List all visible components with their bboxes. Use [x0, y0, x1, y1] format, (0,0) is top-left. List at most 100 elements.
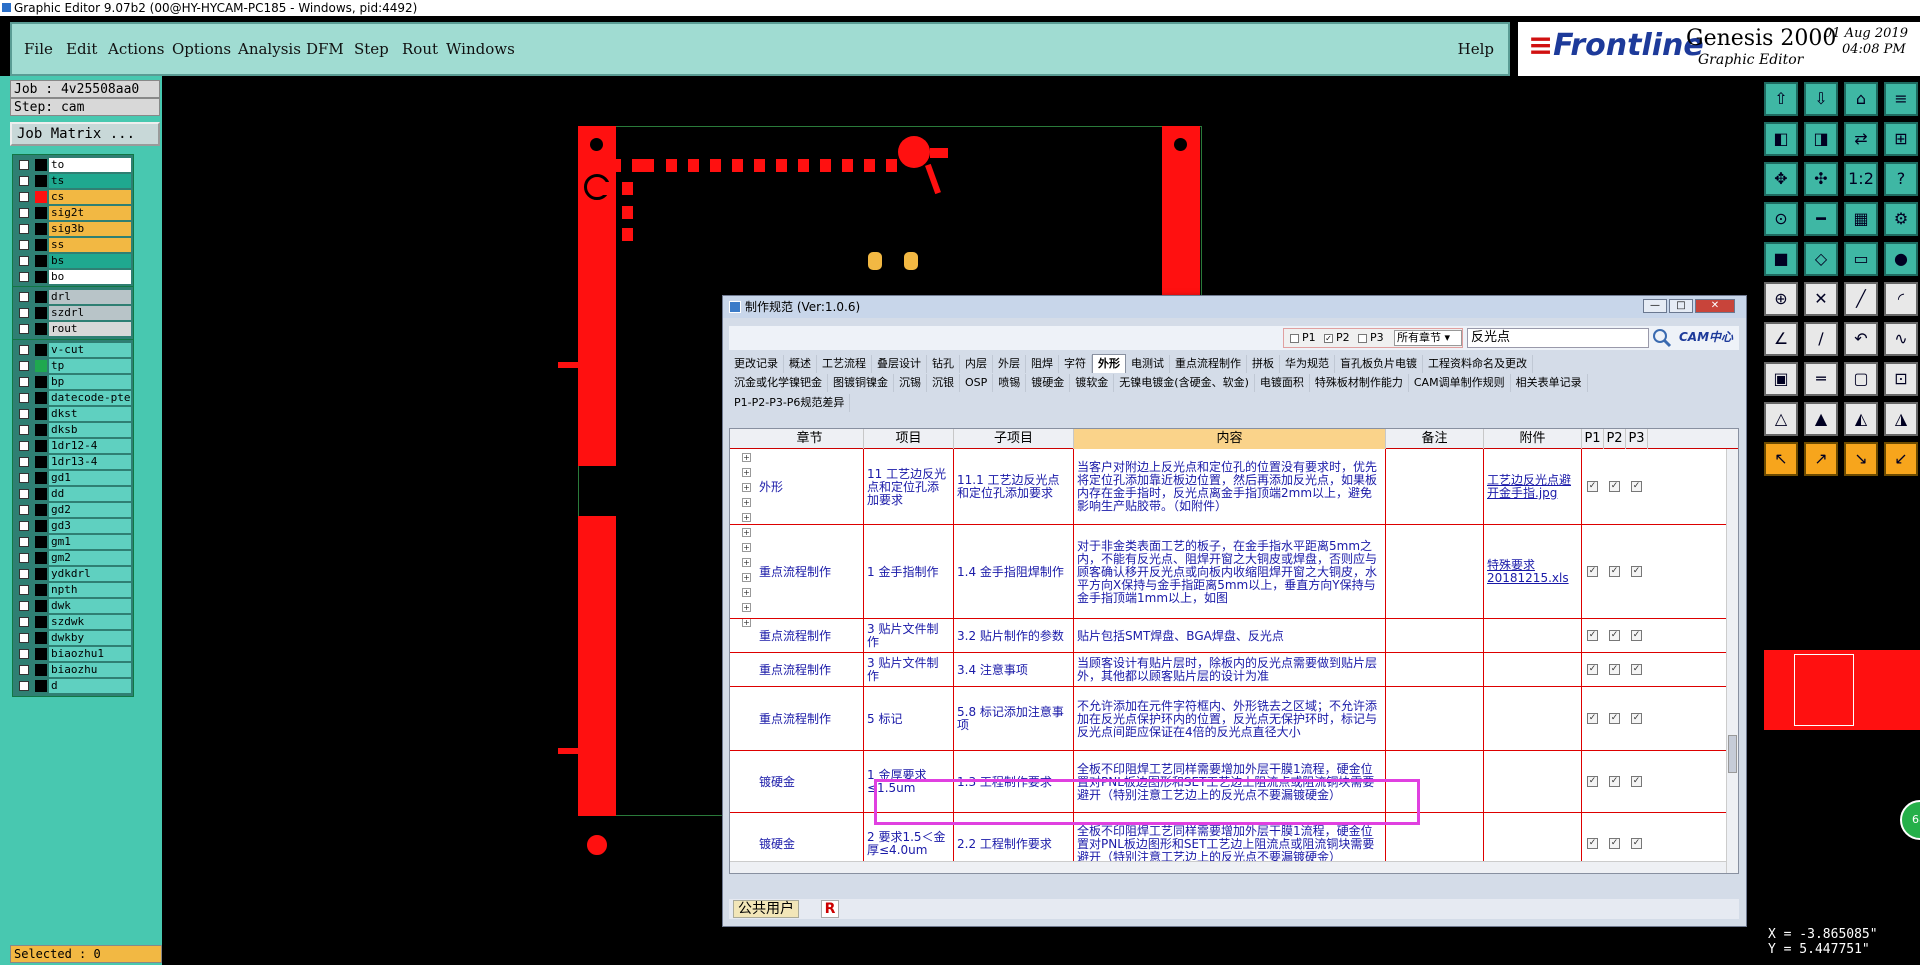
layer-name[interactable]: gd3	[49, 519, 131, 533]
tab-tabs_row1-1[interactable]: 概述	[784, 355, 817, 373]
layer-checkbox[interactable]	[19, 441, 29, 451]
tab-tabs_row1-8[interactable]: 字符	[1059, 355, 1092, 373]
layer-checkbox[interactable]	[19, 324, 29, 334]
layer-checkbox[interactable]	[19, 617, 29, 627]
search-icon[interactable]	[1651, 328, 1673, 348]
tab-tabs_row1-3[interactable]: 叠层设计	[872, 355, 927, 373]
layer-checkbox[interactable]	[19, 292, 29, 302]
layer-checkbox[interactable]	[19, 569, 29, 579]
menu-help[interactable]: Help	[1458, 40, 1494, 58]
snap-icon[interactable]: ⊙	[1764, 202, 1798, 236]
tab-tabs_row2-6[interactable]: 镀硬金	[1026, 374, 1071, 392]
house-icon[interactable]: ⌂	[1844, 82, 1878, 116]
table-row[interactable]	[730, 449, 1738, 525]
tab-tabs_row1-15[interactable]: 工程资料命名及更改	[1423, 355, 1533, 373]
tab-tabs_row2-10[interactable]: 特殊板材制作能力	[1310, 374, 1409, 392]
column-header-1[interactable]: 项目	[864, 429, 954, 449]
layer-name[interactable]: drl	[49, 290, 131, 304]
menu-windows[interactable]: Windows	[446, 40, 515, 58]
layer-checkbox[interactable]	[19, 224, 29, 234]
tab-tabs_row1-6[interactable]: 外层	[993, 355, 1026, 373]
layer-name[interactable]: bs	[49, 254, 131, 268]
tri3-icon[interactable]: ◭	[1844, 402, 1878, 436]
cursor2-icon[interactable]: ↙	[1884, 442, 1918, 476]
ruler-icon[interactable]: ▭	[1844, 242, 1878, 276]
layer-checkbox[interactable]	[19, 665, 29, 675]
layer-name[interactable]: datecode-pte	[49, 391, 131, 405]
tab-tabs_row1-2[interactable]: 工艺流程	[817, 355, 872, 373]
layer-row-bp[interactable]: bp	[13, 374, 133, 390]
layer-row-dwk[interactable]: dwk	[13, 598, 133, 614]
layer-row-1dr12-4[interactable]: 1dr12-4	[13, 438, 133, 454]
column-header-0[interactable]: 章节	[756, 429, 864, 449]
tab-tabs_row2-3[interactable]: 沉银	[927, 374, 960, 392]
layer-checkbox[interactable]	[19, 649, 29, 659]
undo-icon[interactable]: ↶	[1844, 322, 1878, 356]
move-right-icon[interactable]: ◨	[1804, 122, 1838, 156]
cross-icon[interactable]: ✕	[1804, 282, 1838, 316]
move-left-icon[interactable]: ◧	[1764, 122, 1798, 156]
layer-checkbox[interactable]	[19, 160, 29, 170]
settings-icon[interactable]: ⚙	[1884, 202, 1918, 236]
layer-row-v-cut[interactable]: v-cut	[13, 342, 133, 358]
column-header-6[interactable]: P1	[1582, 429, 1604, 449]
zoom-fit-icon[interactable]: ✥	[1764, 162, 1798, 196]
column-header-2[interactable]: 子项目	[954, 429, 1074, 449]
layer-row-gm1[interactable]: gm1	[13, 534, 133, 550]
layer-checkbox[interactable]	[19, 308, 29, 318]
tab-tabs_row1-5[interactable]: 内层	[960, 355, 993, 373]
layer-name[interactable]: szdrl	[49, 306, 131, 320]
layer-row-biaozhu[interactable]: biaozhu	[13, 662, 133, 678]
align-icon[interactable]: ⊞	[1884, 122, 1918, 156]
layer-row-d[interactable]: d	[13, 678, 133, 694]
layer-name[interactable]: tp	[49, 359, 131, 373]
layer-name[interactable]: sig2t	[49, 206, 131, 220]
tab-tabs_row1-12[interactable]: 拼板	[1247, 355, 1280, 373]
dot-icon[interactable]: ●	[1884, 242, 1918, 276]
pointer2-icon[interactable]: ↗	[1804, 442, 1838, 476]
layer-name[interactable]: gm1	[49, 535, 131, 549]
layer-row-drl[interactable]: drl	[13, 289, 133, 305]
tab-tabs_row1-13[interactable]: 华为规范	[1280, 355, 1335, 373]
layer-name[interactable]: dwk	[49, 599, 131, 613]
layer-name[interactable]: cs	[49, 190, 131, 204]
layer-row-bo[interactable]: bo	[13, 269, 133, 285]
layer-checkbox[interactable]	[19, 393, 29, 403]
tab-tabs_row2-7[interactable]: 镀软金	[1070, 374, 1115, 392]
layer-name[interactable]: biaozhu	[49, 663, 131, 677]
column-header-3[interactable]: 内容	[1074, 429, 1386, 449]
menu-actions[interactable]: Actions	[108, 40, 164, 58]
layer-row-npth[interactable]: npth	[13, 582, 133, 598]
tab-tabs_row3-0[interactable]: P1-P2-P3-P6规范差异	[729, 394, 851, 412]
tri4-icon[interactable]: ◮	[1884, 402, 1918, 436]
layer-name[interactable]: npth	[49, 583, 131, 597]
layer-name[interactable]: sig3b	[49, 222, 131, 236]
scroll-thumb[interactable]	[1728, 735, 1737, 773]
layer-checkbox[interactable]	[19, 473, 29, 483]
job-matrix-button[interactable]: Job Matrix ...	[10, 122, 160, 146]
help-icon[interactable]: ?	[1884, 162, 1918, 196]
tab-tabs_row2-9[interactable]: 电镀面积	[1255, 374, 1310, 392]
tab-tabs_row2-0[interactable]: 沉金或化学镍钯金	[729, 374, 828, 392]
layer-row-dd[interactable]: dd	[13, 486, 133, 502]
layer-row-szdrl[interactable]: szdrl	[13, 305, 133, 321]
measure-icon[interactable]: ━	[1804, 202, 1838, 236]
layer-name[interactable]: rout	[49, 322, 131, 336]
layer-name[interactable]: dd	[49, 487, 131, 501]
tab-tabs_row2-1[interactable]: 图镀铜镍金	[828, 374, 894, 392]
layer-checkbox[interactable]	[19, 192, 29, 202]
layer-row-cs[interactable]: cs	[13, 189, 133, 205]
layer-row-biaozhu1[interactable]: biaozhu1	[13, 646, 133, 662]
table-row[interactable]	[730, 525, 1738, 619]
layer-row-dwkby[interactable]: dwkby	[13, 630, 133, 646]
layer-row-ss[interactable]: ss	[13, 237, 133, 253]
tab-tabs_row2-2[interactable]: 沉锡	[894, 374, 927, 392]
menu-options[interactable]: Options	[172, 40, 231, 58]
layer-checkbox[interactable]	[19, 377, 29, 387]
node-icon[interactable]: ⊕	[1764, 282, 1798, 316]
search-input[interactable]: 反光点	[1467, 328, 1649, 348]
menu-rout[interactable]: Rout	[402, 40, 438, 58]
tab-tabs_row1-10[interactable]: 电测试	[1126, 355, 1170, 373]
layer-checkbox[interactable]	[19, 457, 29, 467]
slash-icon[interactable]: ∕	[1804, 322, 1838, 356]
